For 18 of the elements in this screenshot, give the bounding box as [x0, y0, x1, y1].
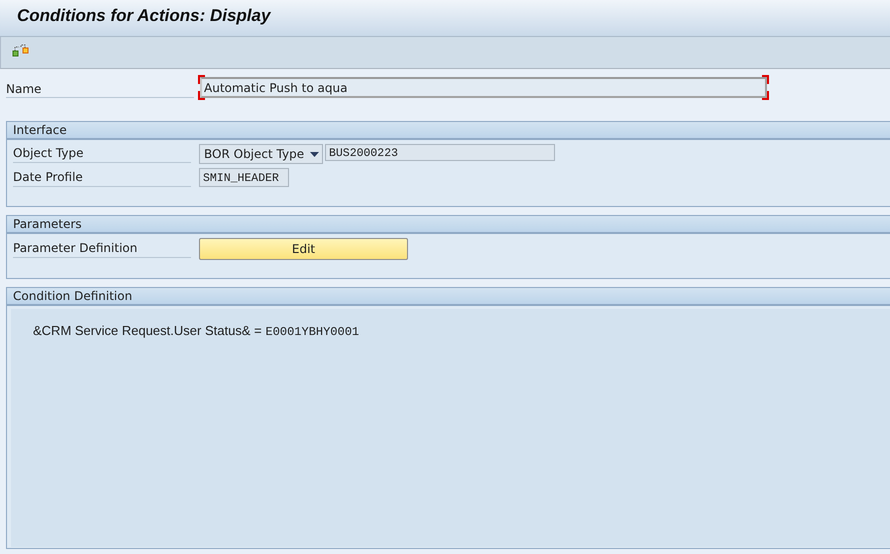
section-header: Interface — [7, 122, 890, 140]
field-label: Object Type — [13, 145, 191, 163]
caret-icon — [310, 152, 319, 156]
date-profile-field[interactable]: SMIN_HEADER — [199, 168, 289, 187]
condition-value: E0001YBHY0001 — [266, 325, 360, 339]
section-header: Condition Definition — [7, 288, 890, 306]
field-label: Date Profile — [13, 168, 191, 186]
field-label: Parameter Definition — [13, 240, 191, 258]
section-header: Parameters — [7, 216, 890, 234]
dropdown-value: BOR Object Type — [204, 147, 304, 161]
type-dropdown[interactable]: BOR Object Type — [199, 144, 323, 164]
field-label: Name — [6, 78, 194, 98]
window-title: Conditions for Actions: Display — [16, 5, 270, 26]
object-type-field[interactable]: BUS2000223 — [325, 144, 555, 161]
condition-expression: &CRM Service Request.User Status& = — [33, 323, 262, 338]
name-field[interactable]: Automatic Push to aqua — [200, 77, 767, 98]
edit-button[interactable]: Edit — [199, 238, 408, 260]
hierarchy-icon[interactable] — [12, 43, 30, 57]
